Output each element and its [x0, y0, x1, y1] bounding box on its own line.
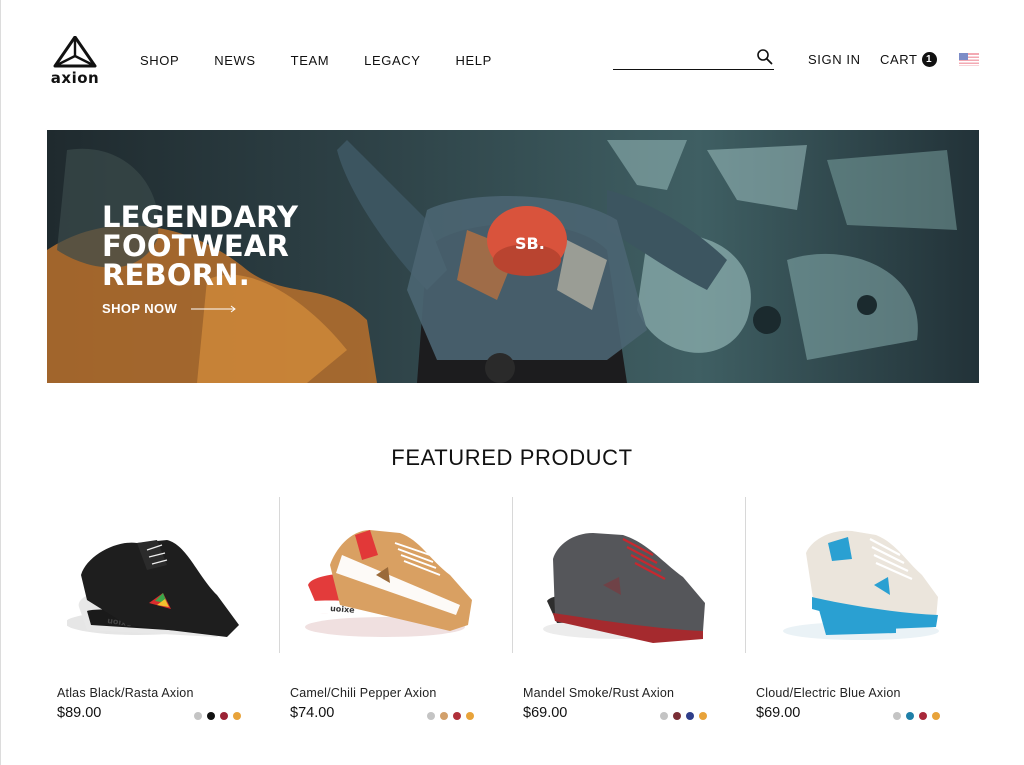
slider-dot[interactable] — [485, 353, 515, 383]
hero-headline-line-3: REBORN. — [102, 258, 250, 292]
swatch-blue[interactable] — [906, 712, 914, 720]
color-swatches — [893, 712, 945, 720]
product-grid: uoixe Atlas Black/Rasta Axion $89.00 uoi… — [47, 497, 979, 737]
swatch-maroon[interactable] — [673, 712, 681, 720]
nav-news[interactable]: NEWS — [214, 53, 255, 68]
site-header: axion SHOP NEWS TEAM LEGACY HELP SIGN IN… — [0, 0, 1024, 120]
swatch-grey[interactable] — [893, 712, 901, 720]
swatch-yellow[interactable] — [466, 712, 474, 720]
product-card[interactable]: uoixe Atlas Black/Rasta Axion $89.00 — [47, 497, 280, 737]
swatch-yellow[interactable] — [932, 712, 940, 720]
product-price: $69.00 — [756, 705, 801, 721]
swatch-grey[interactable] — [427, 712, 435, 720]
product-image-shoe: uoixe — [305, 530, 472, 637]
swatch-camel[interactable] — [440, 712, 448, 720]
arrow-right-icon — [191, 305, 237, 312]
nav-shop[interactable]: SHOP — [140, 53, 179, 68]
color-swatches — [660, 712, 712, 720]
hero-headline-line-2: FOOTWEAR — [102, 229, 290, 263]
swatch-yellow[interactable] — [699, 712, 707, 720]
swatch-black[interactable] — [207, 712, 215, 720]
nav-legacy[interactable]: LEGACY — [364, 53, 420, 68]
search-input[interactable] — [613, 48, 753, 68]
main-nav: SHOP NEWS TEAM LEGACY HELP — [140, 53, 527, 68]
color-swatches — [194, 712, 246, 720]
product-price: $74.00 — [290, 705, 335, 721]
color-swatches — [427, 712, 479, 720]
product-card[interactable]: uoixe Camel/Chili Pepper Axion $74.00 — [280, 497, 513, 737]
us-flag-icon[interactable] — [959, 53, 979, 66]
product-image-shoe — [783, 530, 939, 640]
product-image-shoe — [543, 533, 705, 643]
brand-name: axion — [50, 69, 100, 87]
cart-button[interactable]: CART 1 — [880, 52, 937, 67]
product-name[interactable]: Camel/Chili Pepper Axion — [290, 686, 437, 700]
cart-count-badge: 1 — [921, 52, 937, 67]
product-price: $89.00 — [57, 705, 102, 721]
swatch-yellow[interactable] — [233, 712, 241, 720]
hero-headline-line-1: LEGENDARY — [102, 200, 299, 234]
product-name[interactable]: Mandel Smoke/Rust Axion — [523, 686, 674, 700]
search-icon[interactable] — [756, 48, 774, 66]
product-price: $69.00 — [523, 705, 568, 721]
shop-now-link[interactable]: SHOP NOW — [102, 301, 237, 316]
swatch-red[interactable] — [453, 712, 461, 720]
product-image-shoe: uoixe — [67, 540, 239, 637]
product-name[interactable]: Atlas Black/Rasta Axion — [57, 686, 194, 700]
swatch-red[interactable] — [220, 712, 228, 720]
nav-team[interactable]: TEAM — [291, 53, 330, 68]
cap-logo-text: SB. — [515, 234, 545, 253]
nav-help[interactable]: HELP — [456, 53, 492, 68]
hero-headline: LEGENDARY FOOTWEAR REBORN. — [102, 203, 298, 290]
swatch-red[interactable] — [919, 712, 927, 720]
sign-in-link[interactable]: SIGN IN — [808, 52, 861, 67]
shop-now-label: SHOP NOW — [102, 301, 178, 316]
hero-banner[interactable]: SB. LEGENDARY FOOTWEAR REBORN. SHOP NOW — [47, 130, 979, 383]
featured-title: FEATURED PRODUCT — [391, 445, 633, 470]
search-bar — [613, 48, 774, 70]
swatch-navy[interactable] — [686, 712, 694, 720]
cart-label: CART — [880, 52, 918, 67]
swatch-grey[interactable] — [660, 712, 668, 720]
product-card[interactable]: Mandel Smoke/Rust Axion $69.00 — [513, 497, 746, 737]
product-card[interactable]: Cloud/Electric Blue Axion $69.00 — [746, 497, 979, 737]
swatch-grey[interactable] — [194, 712, 202, 720]
axion-logo-icon — [53, 36, 97, 68]
product-name[interactable]: Cloud/Electric Blue Axion — [756, 686, 901, 700]
brand-logo[interactable]: axion — [46, 36, 104, 87]
